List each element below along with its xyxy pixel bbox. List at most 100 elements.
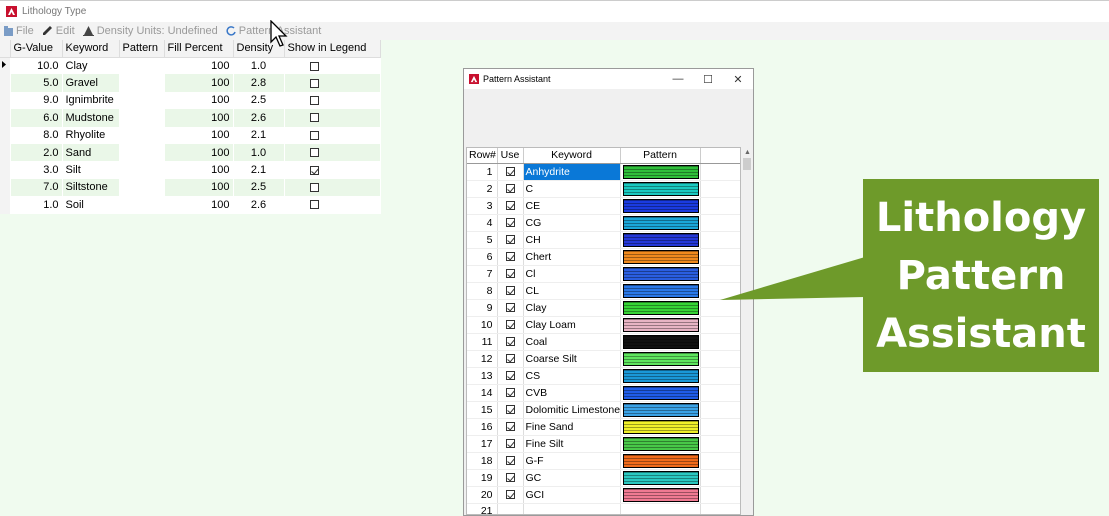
col-header-use[interactable]: Use <box>497 148 524 164</box>
pattern-swatch[interactable] <box>622 470 699 485</box>
pattern-cell[interactable] <box>620 350 701 368</box>
table-row[interactable]: 6 Chert <box>467 248 740 266</box>
use-checkbox[interactable] <box>505 490 515 500</box>
keyword-cell[interactable]: Coarse Silt <box>523 350 621 368</box>
col-header-keyword[interactable]: Keyword <box>523 148 621 164</box>
keyword-cell[interactable]: Clay <box>62 57 120 75</box>
keyword-cell[interactable]: Fine Silt <box>523 435 621 453</box>
use-cell[interactable] <box>497 486 524 504</box>
legend-cell[interactable] <box>284 91 381 110</box>
pattern-swatch[interactable] <box>622 215 699 230</box>
gvalue-cell[interactable]: 3.0 <box>10 161 63 179</box>
use-checkbox[interactable] <box>505 286 515 296</box>
use-cell[interactable] <box>497 197 524 215</box>
table-row[interactable]: 5.0 Gravel 100 2.8 <box>0 74 381 92</box>
pattern-swatch[interactable] <box>622 402 699 417</box>
table-row[interactable]: 7.0 Siltstone 100 2.5 <box>0 178 381 197</box>
table-row[interactable]: 10 Clay Loam <box>467 316 740 334</box>
pattern-cell[interactable] <box>620 333 701 351</box>
gvalue-cell[interactable]: 9.0 <box>10 91 63 110</box>
table-row[interactable]: 18 G-F <box>467 452 740 470</box>
pattern-cell[interactable] <box>620 214 701 232</box>
scrollbar-thumb[interactable] <box>743 158 751 170</box>
pattern-swatch[interactable] <box>622 283 699 298</box>
menu-file[interactable]: File <box>4 25 34 37</box>
row-selector[interactable] <box>0 178 11 197</box>
show-in-legend-checkbox[interactable] <box>309 78 319 88</box>
legend-cell[interactable] <box>284 161 381 179</box>
table-row[interactable]: 14 CVB <box>467 384 740 402</box>
pattern-cell[interactable] <box>119 109 165 127</box>
fill-percent-cell[interactable]: 100 <box>164 143 234 162</box>
pattern-cell[interactable] <box>119 74 165 92</box>
gvalue-cell[interactable]: 7.0 <box>10 178 63 197</box>
pattern-swatch[interactable] <box>622 385 699 400</box>
use-checkbox[interactable] <box>505 456 515 466</box>
maximize-button[interactable]: ☐ <box>693 73 723 86</box>
pattern-cell[interactable] <box>620 503 701 514</box>
menu-edit[interactable]: Edit <box>42 25 75 37</box>
use-cell[interactable] <box>497 299 524 317</box>
keyword-cell[interactable]: Ignimbrite <box>62 91 120 110</box>
use-cell[interactable] <box>497 214 524 232</box>
col-header-fill-percent[interactable]: Fill Percent <box>164 40 234 58</box>
gvalue-cell[interactable]: 1.0 <box>10 196 63 214</box>
keyword-cell[interactable]: GC <box>523 469 621 487</box>
fill-percent-cell[interactable]: 100 <box>164 161 234 179</box>
show-in-legend-checkbox[interactable] <box>309 61 319 71</box>
pattern-swatch[interactable] <box>622 368 699 383</box>
pattern-cell[interactable] <box>620 486 701 504</box>
use-checkbox[interactable] <box>505 337 515 347</box>
table-row[interactable]: 1.0 Soil 100 2.6 <box>0 196 381 214</box>
pattern-cell[interactable] <box>119 161 165 179</box>
use-cell[interactable] <box>497 163 524 181</box>
keyword-cell[interactable]: Siltstone <box>62 178 120 197</box>
use-checkbox[interactable] <box>505 252 515 262</box>
density-cell[interactable]: 2.5 <box>233 91 285 110</box>
use-checkbox[interactable] <box>505 303 515 313</box>
col-header-gvalue[interactable]: G-Value <box>10 40 63 58</box>
keyword-cell[interactable]: CVB <box>523 384 621 402</box>
density-cell[interactable]: 1.0 <box>233 57 285 75</box>
col-header-keyword[interactable]: Keyword <box>62 40 120 58</box>
col-header-show-in-legend[interactable]: Show in Legend <box>284 40 381 58</box>
gvalue-cell[interactable]: 5.0 <box>10 74 63 92</box>
table-row[interactable]: 2C <box>467 180 740 198</box>
gvalue-cell[interactable]: 2.0 <box>10 143 63 162</box>
pattern-cell[interactable] <box>620 418 701 436</box>
row-selector[interactable] <box>0 91 11 110</box>
density-cell[interactable]: 2.1 <box>233 126 285 144</box>
use-checkbox[interactable] <box>505 235 515 245</box>
show-in-legend-checkbox[interactable] <box>309 165 319 175</box>
pattern-cell[interactable] <box>620 367 701 385</box>
legend-cell[interactable] <box>284 196 381 214</box>
density-cell[interactable]: 1.0 <box>233 143 285 162</box>
pattern-cell[interactable] <box>119 196 165 214</box>
table-row[interactable]: 8 CL <box>467 282 740 300</box>
table-row[interactable]: 5 CH <box>467 231 740 249</box>
use-cell[interactable] <box>497 401 524 419</box>
use-cell[interactable] <box>497 333 524 351</box>
use-checkbox[interactable] <box>505 405 515 415</box>
gvalue-cell[interactable]: 6.0 <box>10 109 63 127</box>
pattern-swatch[interactable] <box>622 317 699 332</box>
row-selector[interactable] <box>0 126 11 144</box>
pattern-cell[interactable] <box>620 282 701 300</box>
legend-cell[interactable] <box>284 74 381 92</box>
pattern-cell[interactable] <box>119 178 165 197</box>
pattern-swatch[interactable] <box>622 266 699 281</box>
keyword-cell[interactable]: GCI <box>523 486 621 504</box>
vertical-scrollbar[interactable]: ▲ <box>741 149 753 515</box>
keyword-cell[interactable]: C <box>523 180 621 198</box>
table-row[interactable]: 2.0 Sand 100 1.0 <box>0 143 381 162</box>
scroll-up-icon[interactable]: ▲ <box>744 149 751 156</box>
keyword-cell[interactable]: CL <box>523 282 621 300</box>
keyword-cell[interactable]: Dolomitic Limestone <box>523 401 621 419</box>
table-row[interactable]: 21 <box>467 503 740 514</box>
pattern-cell[interactable] <box>620 435 701 453</box>
pattern-cell[interactable] <box>620 469 701 487</box>
keyword-cell[interactable]: Rhyolite <box>62 126 120 144</box>
show-in-legend-checkbox[interactable] <box>309 148 319 158</box>
use-cell[interactable] <box>497 503 524 514</box>
density-cell[interactable]: 2.6 <box>233 109 285 127</box>
